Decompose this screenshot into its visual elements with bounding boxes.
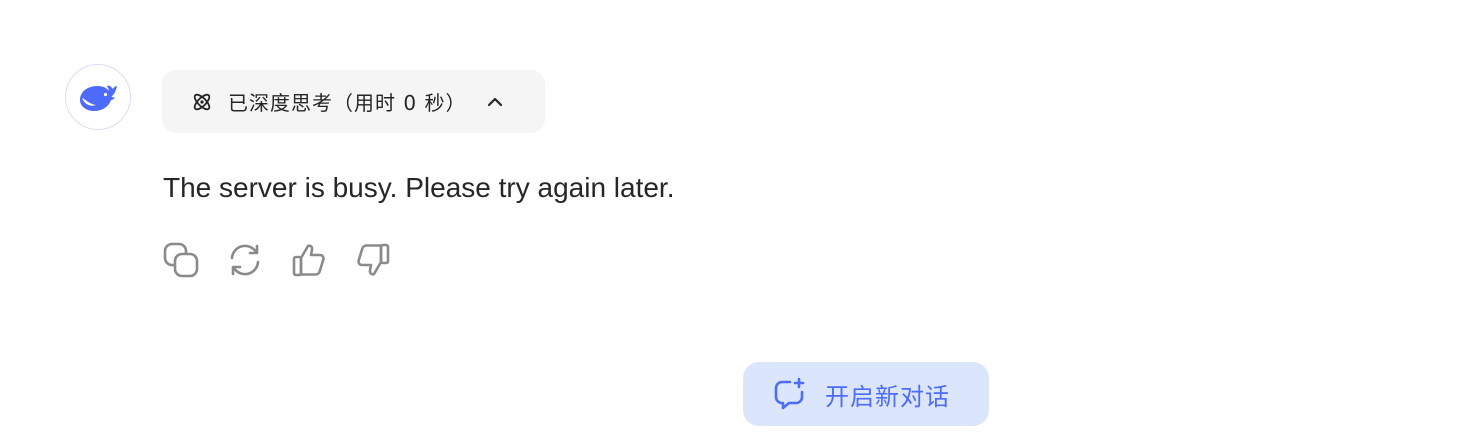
regenerate-button[interactable] xyxy=(225,240,265,280)
chevron-up-icon xyxy=(484,91,506,113)
thumbs-down-icon xyxy=(357,243,390,276)
copy-button[interactable] xyxy=(161,240,201,280)
thinking-label: 已深度思考（用时 0 秒） xyxy=(228,91,467,115)
chat-area: 已深度思考（用时 0 秒） The server is busy. Please… xyxy=(0,0,1476,448)
refresh-icon xyxy=(230,244,260,276)
assistant-message: The server is busy. Please try again lat… xyxy=(163,172,675,203)
atom-icon xyxy=(190,90,214,114)
whale-logo-icon xyxy=(80,85,117,111)
thumbs-up-icon xyxy=(292,244,325,277)
new-chat-label: 开启新对话 xyxy=(825,382,950,411)
copy-icon xyxy=(163,242,199,278)
new-chat-button[interactable]: 开启新对话 xyxy=(743,362,989,426)
message-actions xyxy=(161,240,393,280)
assistant-avatar xyxy=(65,64,131,130)
like-button[interactable] xyxy=(289,240,329,280)
thinking-toggle[interactable]: 已深度思考（用时 0 秒） xyxy=(162,70,545,133)
new-chat-icon xyxy=(771,376,807,412)
dislike-button[interactable] xyxy=(353,240,393,280)
